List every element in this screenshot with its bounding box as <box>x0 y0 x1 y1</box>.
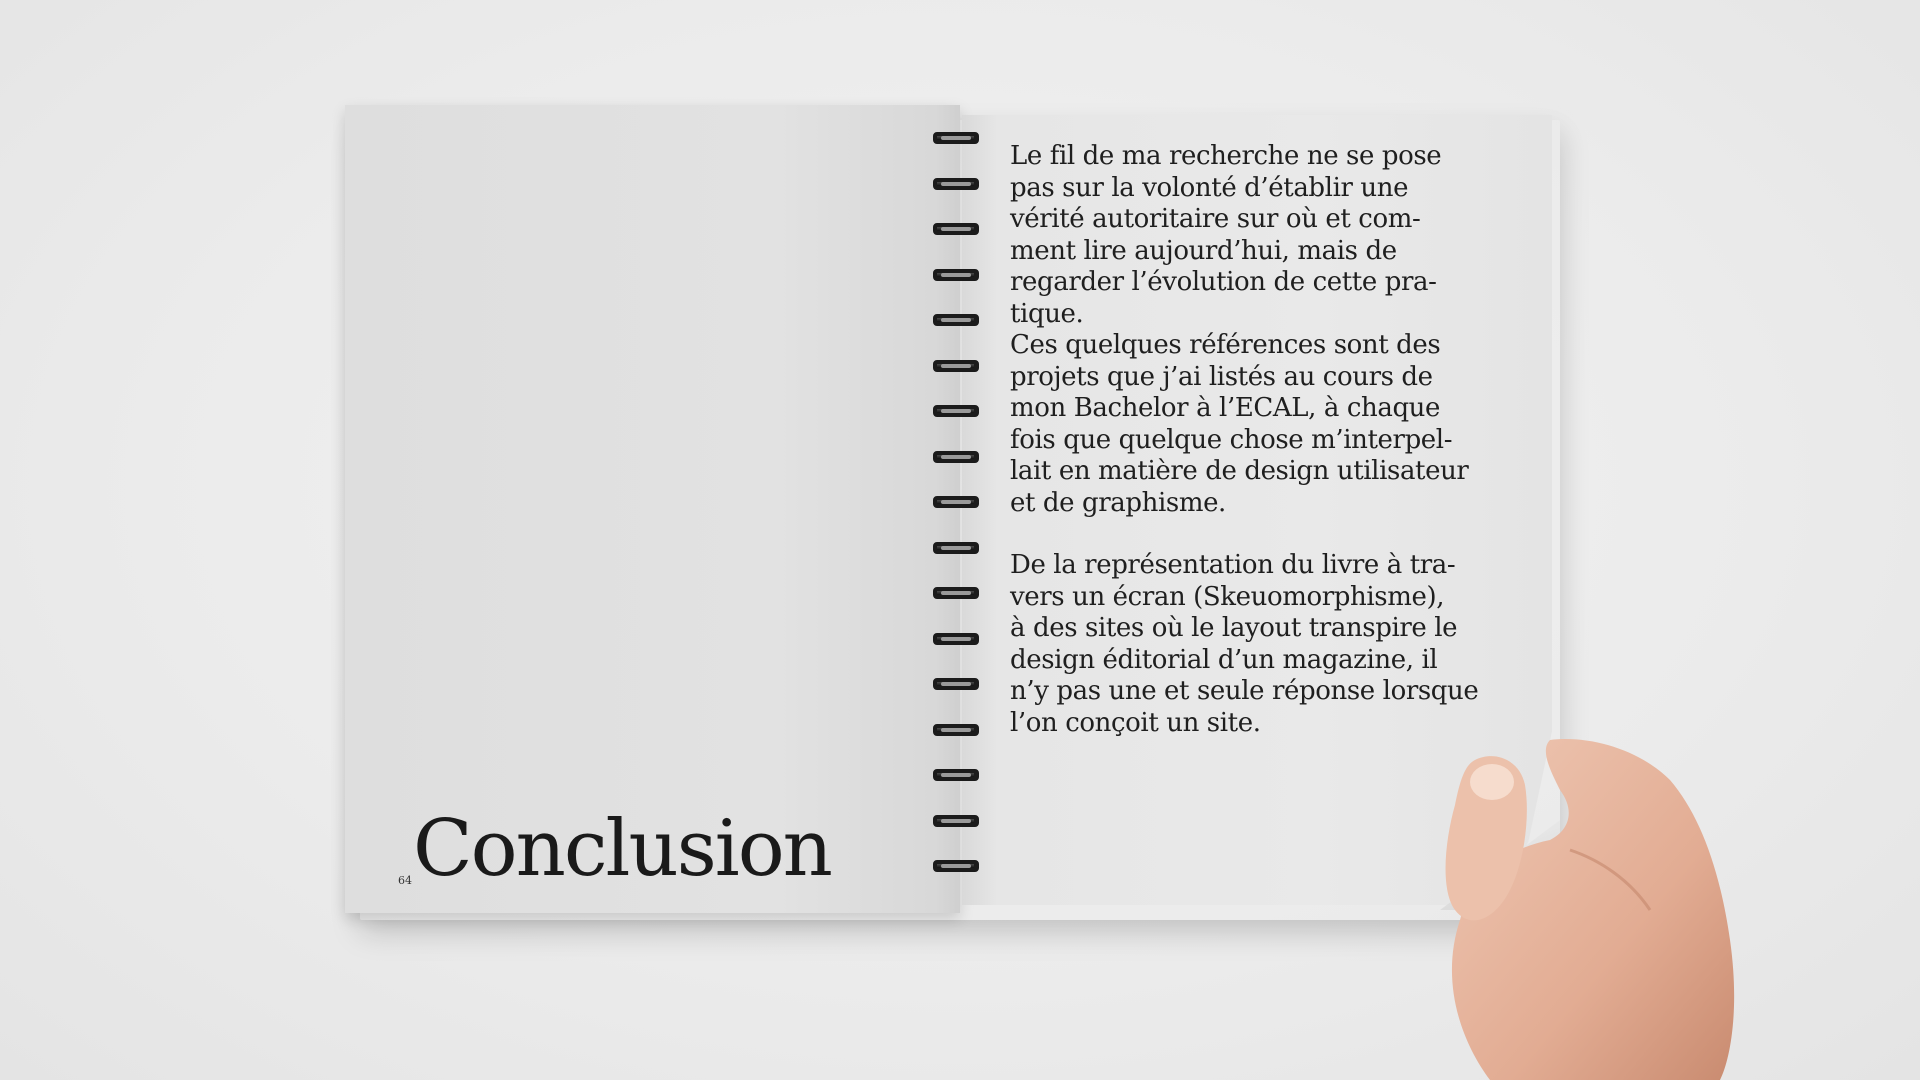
text-line: ment lire aujourd’hui, mais de <box>1010 235 1397 266</box>
ring-hole <box>941 818 971 823</box>
ring-hole <box>941 318 971 322</box>
text-line: fois que quelque chose m’interpel- <box>1010 424 1453 455</box>
text-line: tique. <box>1010 298 1084 329</box>
ring-hole <box>941 773 971 777</box>
photo-scene: 64 Conclusion Le fil de ma recherche ne … <box>0 0 1920 1080</box>
ring-hole <box>941 136 971 140</box>
binding-ring <box>933 312 981 330</box>
binding-ring <box>933 540 981 558</box>
ring-hole <box>941 181 971 186</box>
text-line: pas sur la volonté d’établir une <box>1010 172 1409 203</box>
binding-ring <box>933 221 981 239</box>
ring-hole <box>941 500 971 504</box>
page-number: 64 <box>398 874 412 887</box>
binding-ring <box>933 858 981 876</box>
binding-ring <box>933 176 981 194</box>
ring-hole <box>941 545 971 550</box>
text-line: à des sites où le layout transpire le <box>1010 613 1458 643</box>
chapter-heading: Conclusion <box>413 804 833 894</box>
binding-ring <box>933 403 981 421</box>
text-line: regarder l’évolution de cette pra- <box>1010 267 1437 297</box>
ring-hole <box>941 864 971 868</box>
ring-hole <box>941 272 971 277</box>
paragraph-1: Le fil de ma recherche ne se pose pas su… <box>1010 141 1500 330</box>
ring-hole <box>941 591 971 595</box>
binding-ring <box>933 130 981 148</box>
ring-hole <box>941 227 971 231</box>
text-line: design éditorial d’un magazine, il <box>1010 644 1438 675</box>
binding-ring <box>933 676 981 694</box>
body-text: Le fil de ma recherche ne se pose pas su… <box>1010 141 1500 739</box>
thumbnail <box>1470 764 1514 800</box>
paragraph-2: Ces quelques références sont des projets… <box>1010 330 1500 519</box>
left-page[interactable] <box>345 105 960 913</box>
text-line: mon Bachelor à l’ECAL, à chaque <box>1010 393 1441 423</box>
ring-hole <box>941 636 971 641</box>
binding-ring <box>933 631 981 649</box>
text-line: vérité autoritaire sur où et com- <box>1010 204 1421 234</box>
spiral-binding <box>925 118 985 908</box>
binding-ring <box>933 585 981 603</box>
binding-ring <box>933 267 981 285</box>
binding-ring <box>933 449 981 467</box>
text-line: De la représentation du livre à tra- <box>1010 550 1456 580</box>
paragraph-3: De la représentation du livre à tra- ver… <box>1010 550 1500 739</box>
text-line: Le fil de ma recherche ne se pose <box>1010 141 1442 171</box>
ring-hole <box>941 363 971 368</box>
hand-holding-page <box>1445 739 1735 1080</box>
text-line: Ces quelques références sont des <box>1010 330 1441 360</box>
binding-ring <box>933 813 981 831</box>
ring-hole <box>941 727 971 732</box>
binding-ring <box>933 494 981 512</box>
text-line: et de graphisme. <box>1010 487 1226 518</box>
ring-hole <box>941 682 971 686</box>
text-line: n’y pas une et seule réponse lorsque <box>1010 676 1479 706</box>
ring-hole <box>941 409 971 413</box>
binding-ring <box>933 358 981 376</box>
binding-ring <box>933 767 981 785</box>
text-line: vers un écran (Skeuomorphisme), <box>1010 581 1445 612</box>
ring-hole <box>941 454 971 459</box>
text-line: projets que j’ai listés au cours de <box>1010 361 1433 392</box>
binding-ring <box>933 722 981 740</box>
text-line: lait en matière de design utilisateur <box>1010 456 1469 486</box>
